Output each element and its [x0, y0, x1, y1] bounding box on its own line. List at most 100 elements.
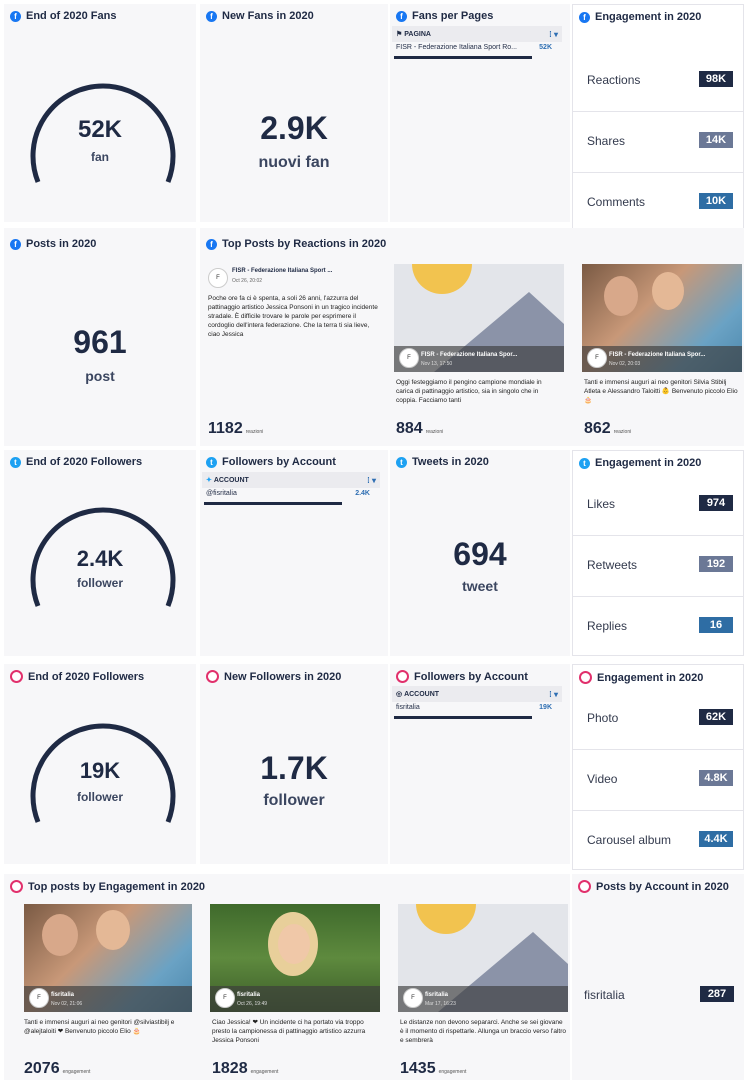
account-avatar: F — [215, 988, 235, 1008]
post-overlay: Ffisritalia Oct 26, 19:49 — [210, 986, 380, 1012]
post-card[interactable]: F FISR - Federazione Italiana Spor... Nov … — [582, 264, 742, 442]
table-header: ✦ ACCOUNT ⁞ ▾ — [202, 472, 380, 488]
post-metric: 2076 engagement — [24, 1060, 91, 1077]
big-unit: nuovi fan — [258, 154, 330, 171]
table-row[interactable]: FISR - Federazione Italiana Sport Ro... 5… — [392, 44, 562, 56]
fb-posts-tile: f Posts in 2020 961 post — [4, 228, 196, 446]
page-avatar: F — [399, 348, 419, 368]
tile-title: End of 2020 Fans — [26, 10, 117, 22]
tile-title: Fans per Pages — [412, 10, 494, 22]
table-row[interactable]: fisritalia 19K — [392, 704, 562, 716]
big-unit: tweet — [462, 578, 498, 594]
tile-title: End of 2020 Followers — [28, 670, 145, 683]
page-avatar: F — [208, 268, 228, 288]
face-shape — [604, 276, 638, 316]
sort-dropdown-icon[interactable]: ⁞ ▾ — [549, 30, 558, 39]
twitter-icon: t — [10, 456, 21, 468]
post-image: Ffisritalia Mar 17, 16:23 — [398, 904, 568, 1012]
post-card[interactable]: Ffisritalia Nov 02, 21:06 Tanti e immensi… — [24, 904, 192, 1080]
sort-dropdown-icon[interactable]: ⁞ ▾ — [549, 690, 558, 699]
ig-posts-acct-tile: Posts by Account in 2020 fisritalia 287 — [572, 874, 744, 1080]
post-metric: 884 reazioni — [396, 420, 444, 437]
account-label: fisritalia — [584, 988, 625, 1002]
tw-acct-tile: t Followers by Account ✦ ACCOUNT ⁞ ▾ @fisr… — [200, 450, 388, 656]
fb-newfans-tile: f New Fans in 2020 2.9K nuovi fan — [200, 4, 388, 222]
gauge-unit: follower — [76, 790, 123, 804]
tile-title: Engagement in 2020 — [595, 11, 702, 23]
tile-title: Followers by Account — [222, 456, 336, 468]
gauge-value: 52K — [77, 116, 123, 143]
face-shape — [96, 910, 130, 950]
page-avatar: F — [587, 348, 607, 368]
face-shape — [42, 914, 78, 956]
row-bar — [394, 56, 532, 59]
engagement-row: Photo 62K — [573, 689, 743, 750]
engagement-row: Carousel album 4.4K — [573, 811, 743, 869]
tile-title: Tweets in 2020 — [412, 456, 489, 468]
engagement-row: Retweets 192 — [573, 536, 743, 597]
post-overlay: Ffisritalia Mar 17, 16:23 — [398, 986, 568, 1012]
facebook-icon: f — [396, 10, 407, 22]
post-card[interactable]: Ffisritalia Mar 17, 16:23 Le distanze non… — [398, 904, 568, 1080]
post-text: Poche ore fa ci è spenta, a soli 26 anni… — [208, 295, 378, 338]
gauge-value: 19K — [79, 758, 121, 783]
big-value: 1.7K — [260, 750, 328, 786]
big-value: 694 — [453, 536, 507, 572]
table-row[interactable]: @fisritalia 2.4K — [202, 490, 380, 502]
fb-engagement-tile: f Engagement in 2020 Reactions 98K Shares 1… — [572, 4, 744, 232]
engagement-row: Comments 10K — [573, 173, 743, 231]
post-card[interactable]: F FISR - Federazione Italiana Sport ... … — [204, 264, 390, 442]
post-image: F FISR - Federazione Italiana Spor... Nov … — [394, 264, 564, 372]
engagement-row: Video 4.8K — [573, 750, 743, 811]
row-bar — [394, 716, 532, 719]
post-card[interactable]: Ffisritalia Oct 26, 19:49 Ciao Jessica! ❤… — [210, 904, 380, 1080]
post-photo: Ffisritalia Oct 26, 19:49 — [210, 904, 380, 1012]
post-metric: 1182 reazioni — [208, 420, 264, 437]
face-shape — [278, 924, 310, 964]
tw-engagement-tile: t Engagement in 2020 Likes 974 Retweets 192… — [572, 450, 744, 656]
row-bar — [204, 502, 342, 505]
post-overlay: F FISR - Federazione Italiana Spor... Nov … — [582, 346, 742, 372]
tile-title: Posts in 2020 — [26, 238, 97, 250]
big-unit: post — [85, 368, 115, 384]
account-avatar: F — [29, 988, 49, 1008]
big-unit: follower — [263, 792, 325, 809]
twitter-icon: t — [579, 457, 590, 469]
twitter-icon: t — [206, 456, 217, 468]
gauge-unit: fan — [91, 150, 109, 164]
account-avatar: F — [403, 988, 423, 1008]
post-text: Le distanze non devono separarci. Anche … — [400, 1019, 566, 1044]
tile-title: End of 2020 Followers — [26, 456, 143, 468]
instagram-icon — [10, 880, 23, 893]
tile-title: Top posts by Engagement in 2020 — [28, 880, 206, 893]
tile-title: New Followers in 2020 — [224, 670, 342, 683]
tw-followers-tile: t End of 2020 Followers 2.4K follower — [4, 450, 196, 656]
facebook-icon: f — [10, 10, 21, 22]
tile-title: Followers by Account — [414, 670, 528, 683]
sort-dropdown-icon[interactable]: ⁞ ▾ — [367, 476, 376, 485]
post-metric: 1435 engagement — [400, 1060, 467, 1077]
instagram-icon — [579, 671, 592, 684]
engagement-row: Shares 14K — [573, 112, 743, 173]
table-header: ⚑ PAGINA ⁞ ▾ — [392, 26, 562, 42]
face-shape — [652, 272, 684, 310]
post-photo: Ffisritalia Nov 02, 21:06 — [24, 904, 192, 1012]
engagement-row: Reactions 98K — [573, 51, 743, 112]
big-value: 961 — [73, 324, 127, 360]
tw-tweets-tile: t Tweets in 2020 694 tweet — [390, 450, 570, 656]
count-badge: 287 — [700, 986, 734, 1002]
post-metric: 1828 engagement — [212, 1060, 279, 1077]
post-card[interactable]: F FISR - Federazione Italiana Spor... Nov … — [394, 264, 564, 442]
engagement-row: Replies 16 — [573, 597, 743, 655]
ig-followers-tile: End of 2020 Followers 19K follower — [4, 664, 196, 864]
tile-title: Engagement in 2020 — [597, 671, 704, 684]
tile-title: Posts by Account in 2020 — [596, 880, 729, 893]
instagram-small-icon: ◎ — [396, 691, 405, 698]
twitter-bird-icon: ✦ — [206, 477, 214, 484]
tile-title: New Fans in 2020 — [222, 10, 314, 22]
flag-icon: ⚑ — [396, 31, 405, 38]
post-overlay: F FISR - Federazione Italiana Spor... Nov … — [394, 346, 564, 372]
post-text: Tanti e immensi auguri ai neo genitori @… — [24, 1019, 175, 1035]
ig-engagement-tile: Engagement in 2020 Photo 62K Video 4.8K Ca… — [572, 664, 744, 870]
post-text: Ciao Jessica! ❤ Un incidente ci ha porta… — [212, 1019, 366, 1044]
